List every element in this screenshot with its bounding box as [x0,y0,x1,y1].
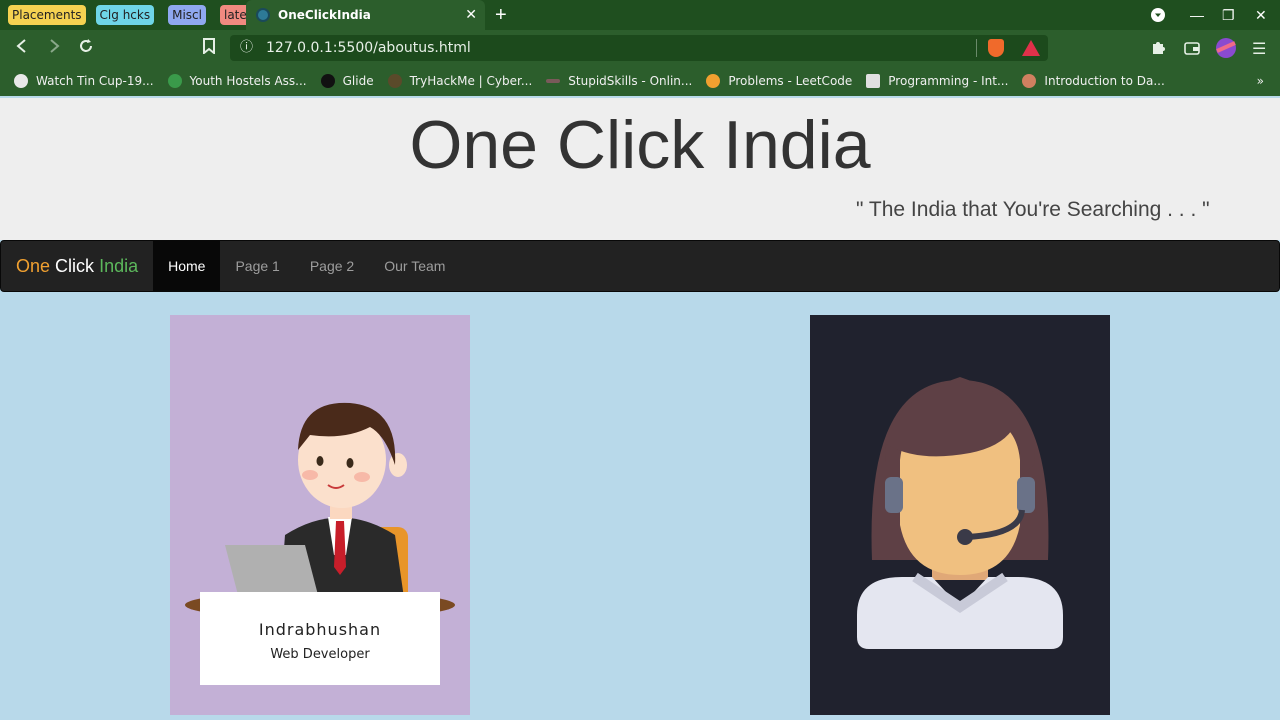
browser-titlebar: Placements Clg hcks Miscl latest [0,0,1280,30]
page-title: One Click India [409,107,871,183]
info-icon[interactable]: ⓘ [240,35,253,61]
brand-one: One [16,256,51,276]
browser-tab-active[interactable]: OneClickIndia ✕ [246,0,485,30]
bookmark-item[interactable]: Programming - Int... [866,74,1008,88]
new-tab-button[interactable]: + [495,4,507,27]
nav-page-2[interactable]: Page 2 [295,241,369,291]
bookmark-item[interactable]: StupidSkills - Onlin... [546,74,692,88]
tryhackme-icon [387,74,402,88]
brave-shields-icon[interactable] [988,39,1004,57]
reload-icon[interactable] [78,38,94,59]
nav-our-team[interactable]: Our Team [369,241,460,291]
team-member-name: Indrabhushan [258,620,382,639]
brave-rewards-icon[interactable] [1022,40,1040,56]
tab-group-miscl[interactable]: Miscl [168,5,206,25]
url-text: 127.0.0.1:5500/aboutus.html [266,40,471,56]
nav-home[interactable]: Home [153,241,221,291]
programming-icon [866,74,881,88]
nav-page-1[interactable]: Page 1 [220,241,294,291]
bookmark-item[interactable]: Introduction to Da... [1022,74,1165,88]
team-caption: Indrabhushan Web Developer [200,592,440,685]
tab-group-clg-hcks[interactable]: Clg hcks [95,5,155,25]
wallet-icon[interactable] [1184,40,1200,61]
close-tab-icon[interactable]: ✕ [465,7,477,23]
more-bookmarks-icon[interactable]: » [1257,74,1264,88]
back-icon[interactable] [14,38,30,59]
bookmark-item[interactable]: Problems - LeetCode [706,74,852,88]
globe-icon [14,74,28,88]
extensions-icon[interactable] [1150,40,1166,61]
team-member-role: Web Developer [270,647,370,662]
bookmark-item[interactable]: Watch Tin Cup-19... [14,74,154,88]
stupidskills-icon [546,79,561,83]
avatar-icon [1022,74,1037,88]
glide-icon [320,74,335,88]
brand-india: India [99,256,139,276]
site-header: One Click India " The India that You're … [0,98,1280,240]
site-navbar: One Click India Home Page 1 Page 2 Our T… [0,240,1280,292]
restore-icon[interactable]: ❐ [1222,0,1235,30]
brand-click: Click [55,256,95,276]
tagline: " The India that You're Searching . . . … [856,198,1210,221]
tab-title: OneClickIndia [278,8,371,22]
bookmarks-bar: Watch Tin Cup-19... Youth Hostels Ass...… [0,66,1280,96]
bookmark-item[interactable]: TryHackMe | Cyber... [387,74,532,88]
address-bar[interactable]: ⓘ 127.0.0.1:5500/aboutus.html [230,35,1048,61]
close-window-icon[interactable]: ✕ [1255,0,1267,30]
tab-group-placements[interactable]: Placements [8,5,86,25]
leetcode-icon [706,74,721,88]
hostel-icon [167,74,182,88]
omnibox-divider [976,39,977,57]
forward-icon[interactable] [46,38,62,59]
menu-icon[interactable]: ☰ [1252,39,1266,59]
bookmark-item[interactable]: Youth Hostels Ass... [167,74,307,88]
navbar-brand[interactable]: One Click India [1,241,153,291]
bookmark-icon[interactable] [202,38,216,59]
profile-avatar-icon[interactable] [1215,37,1237,64]
tab-search-icon[interactable] [1150,0,1166,30]
globe-icon [256,8,270,22]
minimize-icon[interactable]: — [1190,0,1204,30]
team-card: Indrabhushan Web Developer [170,315,470,715]
support-agent-illustration [857,377,1063,649]
bookmark-item[interactable]: Glide [320,74,374,88]
team-card [810,315,1110,715]
